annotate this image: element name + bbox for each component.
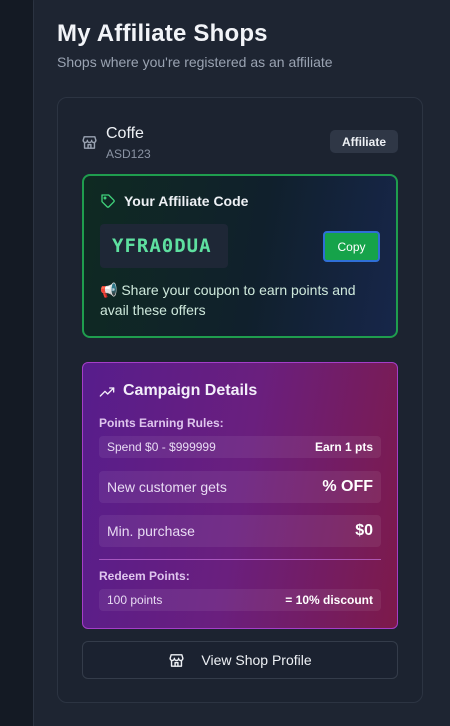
page-subtitle: Shops where you're registered as an affi… — [57, 54, 333, 70]
new-customer-label: New customer gets — [107, 479, 227, 495]
affiliate-code-title: Your Affiliate Code — [124, 193, 249, 209]
left-sidebar-edge — [0, 0, 33, 726]
min-purchase-value: $0 — [355, 522, 373, 539]
earn-points: Earn 1 pts — [314, 440, 373, 454]
redeem-discount: = 10% discount — [285, 593, 373, 607]
earning-rule-row: Spend $0 - $999999 Earn 1 pts — [99, 436, 381, 458]
redeem-points-label: Redeem Points: — [99, 569, 190, 583]
min-purchase-label: Min. purchase — [107, 523, 195, 539]
copy-button[interactable]: Copy — [323, 231, 380, 262]
shop-code: ASD123 — [106, 147, 151, 161]
earning-rules-label: Points Earning Rules: — [99, 416, 224, 430]
new-customer-row: New customer gets % OFF — [99, 471, 381, 503]
new-customer-value: % OFF — [322, 478, 373, 495]
affiliate-badge: Affiliate — [330, 130, 398, 153]
tag-icon — [100, 193, 116, 209]
affiliate-code-value: YFRA0DUA — [100, 224, 228, 268]
redeem-points: 100 points — [107, 593, 163, 607]
share-message: 📢 Share your coupon to earn points and a… — [100, 282, 356, 318]
store-icon — [169, 653, 184, 667]
view-shop-profile-button[interactable]: View Shop Profile — [82, 641, 398, 679]
view-shop-profile-label: View Shop Profile — [201, 652, 312, 668]
min-purchase-row: Min. purchase $0 — [99, 515, 381, 547]
trending-up-icon — [99, 384, 115, 400]
page-title: My Affiliate Shops — [57, 20, 268, 47]
campaign-title: Campaign Details — [123, 382, 258, 399]
redeem-row: 100 points = 10% discount — [99, 589, 381, 611]
store-icon — [81, 134, 98, 151]
divider — [99, 559, 381, 560]
shop-name: Coffe — [106, 125, 144, 142]
spend-range: Spend $0 - $999999 — [107, 440, 216, 454]
